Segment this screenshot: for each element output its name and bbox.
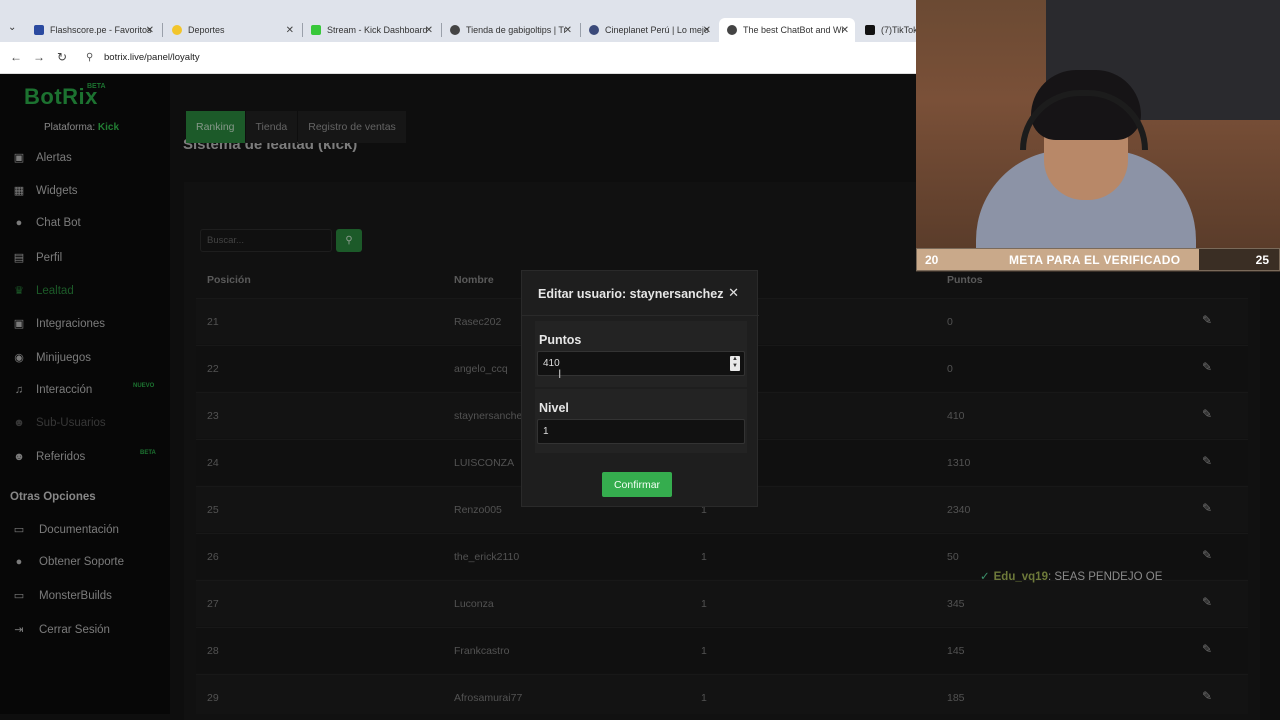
verified-check-icon: ✓	[980, 571, 990, 583]
back-arrow-icon[interactable]: ←	[10, 50, 22, 64]
github-favicon-icon	[450, 25, 460, 35]
tab-label: (7)TikTok -	[881, 25, 916, 35]
tab-label: Cineplanet Perú | Lo mejo	[605, 25, 709, 35]
address-bar: ← → ↻ ⚲ botrix.live/panel/loyalty	[0, 42, 916, 74]
tab-close-icon[interactable]: ✕	[841, 25, 849, 36]
browser-tab-tiktok[interactable]: (7)TikTok -	[857, 18, 916, 42]
cineplanet-favicon-icon	[589, 25, 599, 35]
number-spinner-icon[interactable]: ▲ ▼	[730, 356, 740, 371]
edit-user-modal: Editar usuario: staynersanchez ✕ Puntos …	[521, 270, 759, 507]
confirm-button[interactable]: Confirmar	[602, 472, 672, 497]
kick-favicon-icon	[311, 25, 321, 35]
chat-username: Edu_vq19	[993, 571, 1048, 583]
browser-tab-cineplanet[interactable]: Cineplanet Perú | Lo mejo ✕	[581, 18, 717, 42]
flashscore-favicon-icon	[34, 25, 44, 35]
browser-tab-kick-dashboard[interactable]: Stream - Kick Dashboard ✕	[303, 18, 439, 42]
site-info-icon[interactable]: ⚲	[86, 52, 93, 63]
tab-close-icon[interactable]: ✕	[425, 25, 433, 36]
points-field-group: Puntos 410 ▲ ▼	[535, 321, 747, 387]
browser-tab-tienda[interactable]: Tienda de gabigoltips | Tr ✕	[442, 18, 578, 42]
modal-header: Editar usuario: staynersanchez ✕	[522, 271, 759, 316]
forward-arrow-icon[interactable]: →	[33, 50, 45, 64]
tab-label: The best ChatBot and Wi	[743, 25, 844, 35]
browser-tab-deportes[interactable]: Deportes ✕	[164, 18, 300, 42]
tab-label: Tienda de gabigoltips | Tr	[466, 25, 567, 35]
tab-list-chevron-icon[interactable]: ⌄	[8, 22, 16, 33]
reload-icon[interactable]: ↻	[57, 50, 67, 64]
webcam-feed	[916, 0, 1280, 272]
browser-tab-botrix[interactable]: The best ChatBot and Wi ✕	[719, 18, 855, 42]
chat-message: ✓ Edu_vq19: SEAS PENDEJO OE	[980, 569, 1162, 583]
browser-tabbar: ⌄ Flashscore.pe - Favoritos ✕ Deportes ✕…	[0, 0, 916, 46]
tiktok-favicon-icon	[865, 25, 875, 35]
tab-close-icon[interactable]: ✕	[146, 25, 154, 36]
verification-goal-bar: 20 META PARA EL VERIFICADO 25	[916, 248, 1280, 271]
level-field-group: Nivel 1	[535, 389, 747, 453]
level-input[interactable]: 1	[537, 419, 745, 444]
text-cursor-icon: I	[558, 367, 562, 381]
tab-label: Flashscore.pe - Favoritos	[50, 25, 152, 35]
screen: ⌄ Flashscore.pe - Favoritos ✕ Deportes ✕…	[0, 0, 1280, 720]
modal-title: Editar usuario: staynersanchez	[538, 287, 724, 301]
goal-target: 25	[1255, 253, 1269, 267]
browser-tab-flashscore[interactable]: Flashscore.pe - Favoritos ✕	[26, 18, 160, 42]
tab-close-icon[interactable]: ✕	[703, 25, 711, 36]
goal-text: META PARA EL VERIFICADO	[1009, 253, 1181, 267]
chat-text: : SEAS PENDEJO OE	[1047, 571, 1163, 583]
points-label: Puntos	[539, 333, 582, 347]
botrix-favicon-icon	[727, 25, 737, 35]
level-value: 1	[543, 426, 549, 437]
tab-close-icon[interactable]: ✕	[286, 25, 294, 36]
goal-current: 20	[925, 253, 939, 267]
close-icon[interactable]: ✕	[728, 285, 739, 301]
level-label: Nivel	[539, 401, 569, 415]
points-input[interactable]: 410 ▲ ▼	[537, 351, 745, 376]
tab-label: Deportes	[188, 25, 225, 35]
url-field[interactable]: botrix.live/panel/loyalty	[104, 52, 200, 63]
tab-label: Stream - Kick Dashboard	[327, 25, 428, 35]
tab-close-icon[interactable]: ✕	[564, 25, 572, 36]
deportes-favicon-icon	[172, 25, 182, 35]
